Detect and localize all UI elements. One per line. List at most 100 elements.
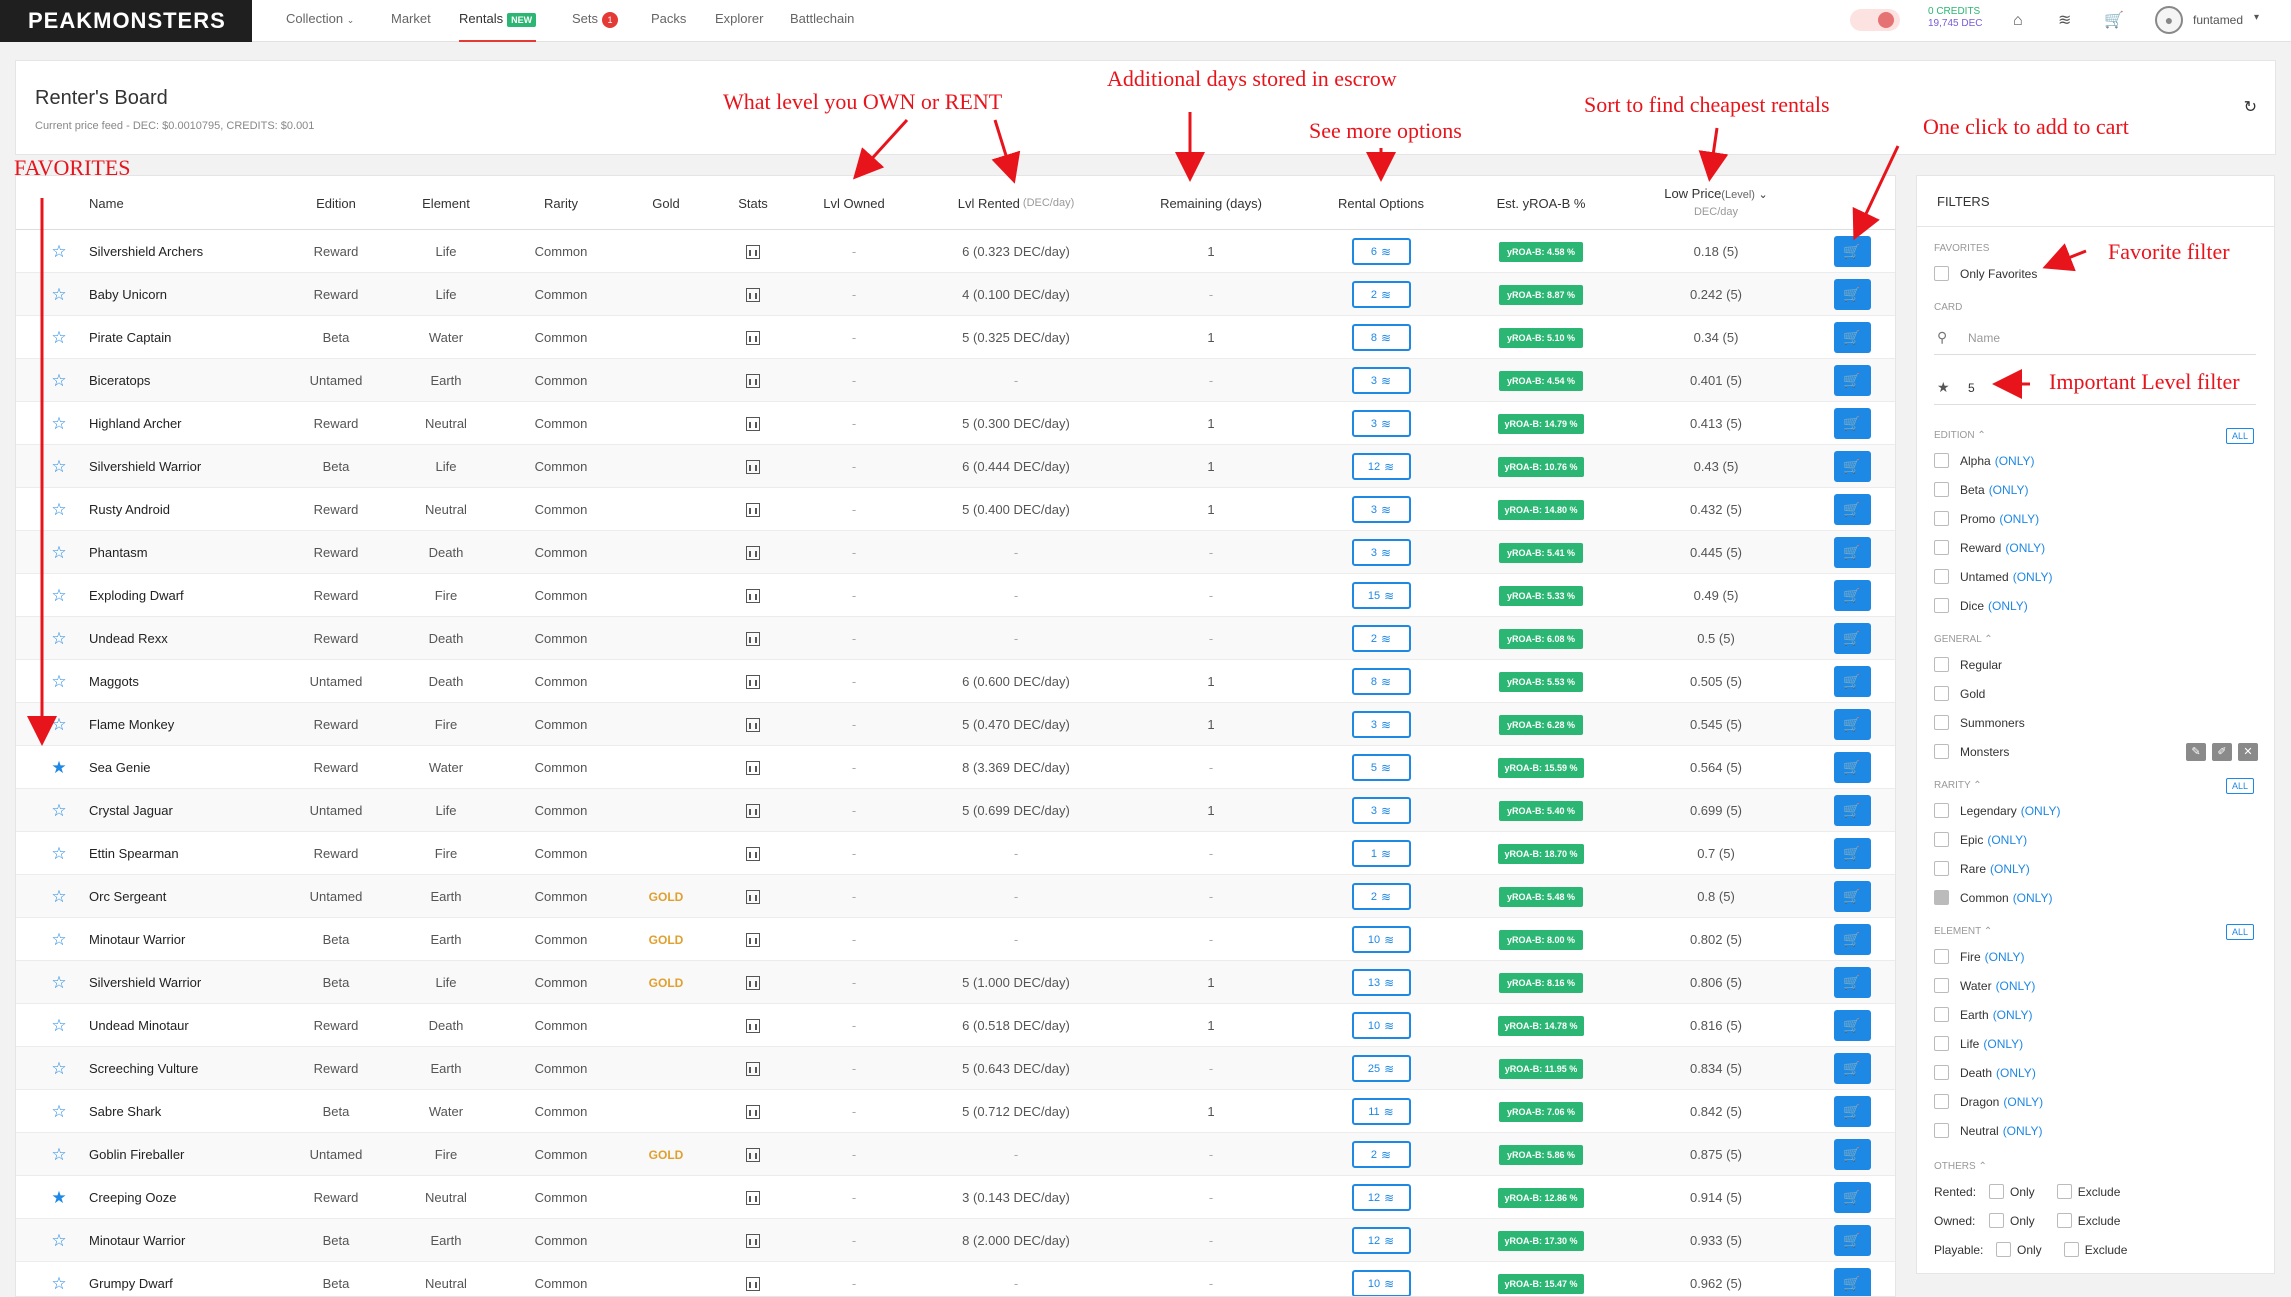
stats-chart-icon[interactable] (746, 975, 760, 990)
general-filter-monsters[interactable]: Monsters (1934, 744, 2009, 759)
star-outline-icon[interactable]: ☆ (51, 414, 66, 434)
stats-chart-icon[interactable] (746, 502, 760, 517)
chevron-down-icon[interactable]: ▾ (2254, 12, 2259, 23)
name-cell[interactable]: Pirate Captain (89, 316, 284, 359)
stats-chart-icon[interactable] (746, 416, 760, 431)
checkbox[interactable] (1934, 511, 1949, 526)
only-link[interactable]: (ONLY) (1999, 512, 2039, 526)
stats-chart-icon[interactable] (746, 1190, 760, 1205)
edition-filter-dice[interactable]: Dice (ONLY) (1934, 598, 2028, 613)
checkbox[interactable] (1934, 744, 1949, 759)
table-row[interactable]: ★ Sea Genie Reward Water Common - 8 (3.369 DEC… (16, 746, 1895, 789)
element-filter-earth[interactable]: Earth (ONLY) (1934, 1007, 2032, 1022)
star-outline-icon[interactable]: ☆ (51, 672, 66, 692)
table-row[interactable]: ☆ Maggots Untamed Death Common - 6 (0.600 DEC/… (16, 660, 1895, 703)
col-yroa[interactable]: Est. yROA-B % (1466, 176, 1616, 230)
nav-sets[interactable]: Sets 1 (572, 0, 619, 42)
stats-chart-icon[interactable] (746, 545, 760, 560)
checkbox[interactable] (2056, 1213, 2072, 1228)
add-to-cart-button[interactable]: 🛒 (1833, 1182, 1871, 1213)
rental-options-button[interactable]: 10 ≋ (1351, 1012, 1411, 1039)
name-cell[interactable]: Creeping Ooze (89, 1176, 284, 1219)
checkbox[interactable] (1934, 890, 1949, 905)
cart-icon[interactable]: 🛒 (2104, 10, 2124, 32)
table-row[interactable]: ☆ Silvershield Archers Reward Life Common - 6 … (16, 230, 1895, 273)
add-to-cart-button[interactable]: 🛒 (1833, 408, 1871, 439)
select-all-button[interactable]: ALL (2226, 428, 2254, 444)
name-cell[interactable]: Exploding Dwarf (89, 574, 284, 617)
add-to-cart-button[interactable]: 🛒 (1833, 1096, 1871, 1127)
card-name-input[interactable] (1968, 330, 2248, 345)
col-edition[interactable]: Edition (286, 176, 386, 230)
checkbox[interactable] (1934, 482, 1949, 497)
checkbox[interactable] (1934, 715, 1949, 730)
checkbox[interactable] (1989, 1213, 2004, 1228)
star-outline-icon[interactable]: ☆ (51, 543, 66, 563)
checkbox[interactable] (1934, 1007, 1949, 1022)
star-outline-icon[interactable]: ☆ (51, 1016, 66, 1036)
rental-options-button[interactable]: 8 ≋ (1351, 324, 1411, 351)
star-outline-icon[interactable]: ☆ (51, 1231, 66, 1251)
name-cell[interactable]: Ettin Spearman (89, 832, 284, 875)
rental-options-button[interactable]: 2 ≋ (1351, 625, 1411, 652)
only-link[interactable]: (ONLY) (2013, 570, 2053, 584)
star-outline-icon[interactable]: ☆ (51, 242, 66, 262)
add-to-cart-button[interactable]: 🛒 (1833, 1225, 1871, 1256)
element-filter-death[interactable]: Death (ONLY) (1934, 1065, 2036, 1080)
checkbox[interactable] (1934, 832, 1949, 847)
checkbox[interactable] (1934, 1036, 1949, 1051)
name-cell[interactable]: Undead Minotaur (89, 1004, 284, 1047)
element-filter-dragon[interactable]: Dragon (ONLY) (1934, 1094, 2043, 1109)
element-filter-fire[interactable]: Fire (ONLY) (1934, 949, 2024, 964)
star-outline-icon[interactable]: ☆ (51, 500, 66, 520)
name-cell[interactable]: Flame Monkey (89, 703, 284, 746)
element-filter-life[interactable]: Life (ONLY) (1934, 1036, 2023, 1051)
others-section[interactable]: OTHERS ⌃ (1934, 1161, 1987, 1172)
add-to-cart-button[interactable]: 🛒 (1833, 322, 1871, 353)
table-row[interactable]: ☆ Screeching Vulture Reward Earth Common - 5 (… (16, 1047, 1895, 1090)
table-row[interactable]: ☆ Grumpy Dwarf Beta Neutral Common - - - 10 ≋ yROA… (16, 1262, 1895, 1296)
nav-collection[interactable]: Collection ⌄ (286, 0, 354, 42)
table-row[interactable]: ☆ Highland Archer Reward Neutral Common - 5 (0… (16, 402, 1895, 445)
table-row[interactable]: ☆ Biceratops Untamed Earth Common - - - 3 ≋ yROA-B… (16, 359, 1895, 402)
table-row[interactable]: ☆ Orc Sergeant Untamed Earth Common GOLD - - - 2 ≋… (16, 875, 1895, 918)
rental-options-button[interactable]: 12 ≋ (1351, 453, 1411, 480)
star-outline-icon[interactable]: ☆ (51, 328, 66, 348)
add-to-cart-button[interactable]: 🛒 (1833, 752, 1871, 783)
only-favorites-checkbox[interactable]: Only Favorites (1934, 266, 2037, 281)
table-row[interactable]: ☆ Silvershield Warrior Beta Life Common - 6 (0… (16, 445, 1895, 488)
checkbox[interactable] (1934, 861, 1949, 876)
name-cell[interactable]: Sea Genie (89, 746, 284, 789)
checkbox[interactable] (1934, 949, 1949, 964)
add-to-cart-button[interactable]: 🛒 (1833, 881, 1871, 912)
rarity-section[interactable]: RARITY ⌃ (1934, 780, 1982, 791)
stats-chart-icon[interactable] (746, 760, 760, 775)
rental-options-button[interactable]: 1 ≋ (1351, 840, 1411, 867)
name-cell[interactable]: Highland Archer (89, 402, 284, 445)
add-to-cart-button[interactable]: 🛒 (1833, 236, 1871, 267)
stats-chart-icon[interactable] (746, 244, 760, 259)
col-lvl-rented[interactable]: Lvl Rented (DEC/day) (916, 176, 1116, 230)
element-section[interactable]: ELEMENT ⌃ (1934, 926, 1992, 937)
name-cell[interactable]: Rusty Android (89, 488, 284, 531)
add-to-cart-button[interactable]: 🛒 (1833, 1139, 1871, 1170)
star-filled-icon[interactable]: ★ (51, 758, 66, 778)
rental-options-button[interactable]: 3 ≋ (1351, 539, 1411, 566)
stats-chart-icon[interactable] (746, 717, 760, 732)
stats-chart-icon[interactable] (746, 1276, 760, 1291)
rental-options-button[interactable]: 11 ≋ (1351, 1098, 1411, 1125)
col-lvl-owned[interactable]: Lvl Owned (794, 176, 914, 230)
nav-battlechain[interactable]: Battlechain (790, 0, 854, 42)
checkbox[interactable] (1934, 803, 1949, 818)
col-remaining[interactable]: Remaining (days) (1126, 176, 1296, 230)
rental-options-button[interactable]: 2 ≋ (1351, 883, 1411, 910)
name-cell[interactable]: Undead Rexx (89, 617, 284, 660)
edition-filter-untamed[interactable]: Untamed (ONLY) (1934, 569, 2052, 584)
nav-market[interactable]: Market (391, 0, 431, 42)
pencil-icon[interactable]: ✎ (2186, 743, 2206, 761)
name-cell[interactable]: Goblin Fireballer (89, 1133, 284, 1176)
table-row[interactable]: ☆ Undead Rexx Reward Death Common - - - 2 ≋ yROA-B… (16, 617, 1895, 660)
add-to-cart-button[interactable]: 🛒 (1833, 365, 1871, 396)
only-link[interactable]: (ONLY) (1995, 454, 2035, 468)
table-row[interactable]: ☆ Rusty Android Reward Neutral Common - 5 (0.4… (16, 488, 1895, 531)
